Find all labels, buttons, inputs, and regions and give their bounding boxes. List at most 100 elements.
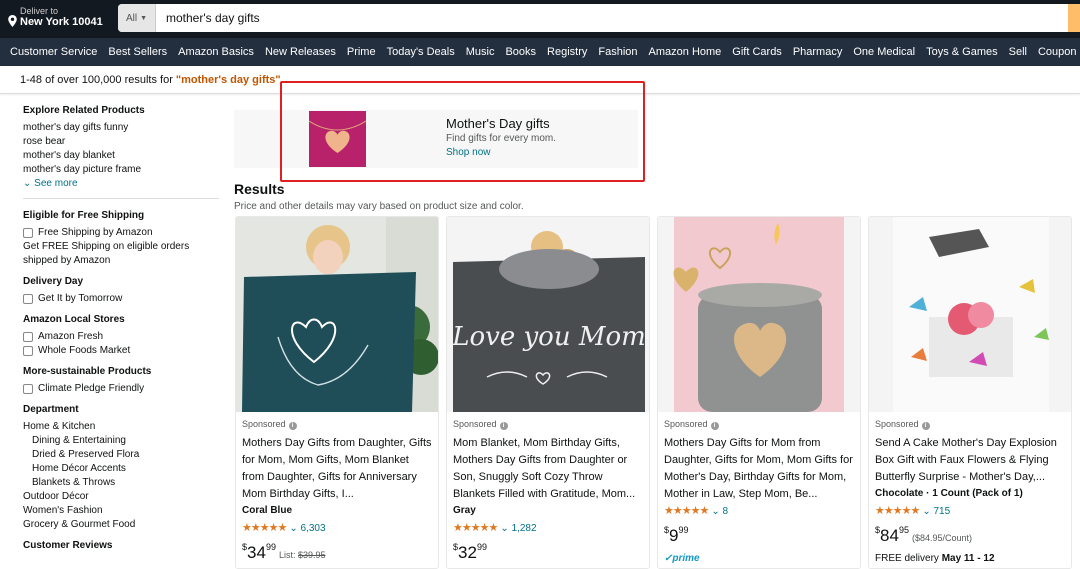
review-count[interactable]: ⌄ 715 (922, 506, 950, 517)
climate-pledge-checkbox[interactable]: Climate Pledge Friendly (23, 382, 219, 396)
nav-item[interactable]: Amazon Basics (178, 46, 254, 58)
department-link[interactable]: Outdoor Décor (23, 490, 219, 504)
department-link[interactable]: Women's Fashion (23, 504, 219, 518)
see-more-link[interactable]: ⌄ See more (23, 177, 219, 191)
nav-item[interactable]: Pharmacy (793, 46, 843, 58)
review-count-value: 1,282 (511, 523, 537, 534)
whole-foods-checkbox[interactable]: Whole Foods Market (23, 344, 219, 358)
delivery-label: FREE delivery (875, 553, 939, 564)
nav-item[interactable]: Toys & Games (926, 46, 998, 58)
related-products-heading: Explore Related Products (23, 105, 145, 116)
info-icon[interactable]: i (288, 422, 297, 430)
deliver-location: New York 10041 (20, 16, 103, 28)
product-card[interactable]: Sponsored i Mothers Day Gifts from Daught… (235, 216, 439, 569)
nav-item[interactable]: Best Sellers (108, 46, 167, 58)
sponsored-label: Sponsored i (875, 419, 930, 430)
review-count[interactable]: ⌄ 6,303 (289, 523, 325, 534)
nav-item[interactable]: Books (505, 46, 536, 58)
checkbox-icon (23, 332, 33, 342)
nav-item[interactable]: Amazon Home (649, 46, 722, 58)
related-link[interactable]: mother's day picture frame (23, 163, 219, 177)
deliver-to-location[interactable]: Deliver to New York 10041 (8, 6, 103, 28)
highlight-box (280, 81, 645, 182)
product-image[interactable] (236, 217, 438, 412)
product-image[interactable]: Love you Mom (447, 217, 649, 412)
product-price: $3299 (453, 542, 487, 563)
sustainable-heading: More-sustainable Products (23, 366, 152, 377)
sponsored-label: Sponsored i (453, 419, 508, 430)
nav-item[interactable]: Music (466, 46, 495, 58)
stars-icon: ★★★★★ (453, 522, 498, 534)
product-image[interactable] (658, 217, 860, 412)
nav-item[interactable]: Sell (1009, 46, 1027, 58)
star-rating[interactable]: ★★★★★ ⌄ 6,303 (242, 521, 326, 534)
price-fraction: 95 (898, 525, 909, 535)
product-card[interactable]: Love you Mom Sponsored i Mom Blanket, Mom… (446, 216, 650, 569)
see-more-label: See more (34, 178, 78, 189)
nav-item[interactable]: Registry (547, 46, 587, 58)
product-variant: Gray (453, 505, 476, 516)
review-count[interactable]: ⌄ 8 (711, 506, 728, 517)
department-sublink[interactable]: Dining & Entertaining (23, 434, 219, 448)
nav-item[interactable]: Fashion (598, 46, 637, 58)
main-nav: Customer Service Best Sellers Amazon Basic… (0, 38, 1080, 66)
chevron-down-icon: ⌄ (500, 523, 509, 534)
free-shipping-checkbox[interactable]: Free Shipping by Amazon (23, 226, 219, 240)
review-count[interactable]: ⌄ 1,282 (500, 523, 536, 534)
deliver-label: Deliver to (20, 6, 59, 16)
product-card[interactable]: Sponsored i Mothers Day Gifts for Mom fro… (657, 216, 861, 569)
department-sublink[interactable]: Blankets & Throws (23, 476, 219, 490)
related-link[interactable]: rose bear (23, 135, 219, 149)
search-category-dropdown[interactable]: All ▼ (118, 4, 156, 32)
filter-sidebar: Explore Related Products mother's day gi… (23, 104, 219, 556)
whole-foods-label: Whole Foods Market (38, 345, 131, 356)
product-card[interactable]: Sponsored i Send A Cake Mother's Day Expl… (868, 216, 1072, 569)
department-link[interactable]: Grocery & Gourmet Food (23, 518, 219, 532)
chevron-down-icon: ⌄ (23, 178, 32, 189)
delivery-date: May 11 - 12 (941, 553, 995, 564)
department-sublink[interactable]: Dried & Preserved Flora (23, 448, 219, 462)
star-rating[interactable]: ★★★★★ ⌄ 8 (664, 504, 728, 517)
related-link[interactable]: mother's day blanket (23, 149, 219, 163)
nav-item[interactable]: New Releases (265, 46, 336, 58)
chevron-down-icon: ⌄ (711, 506, 720, 517)
nav-item[interactable]: Customer Service (10, 46, 97, 58)
nav-item[interactable]: Prime (347, 46, 376, 58)
info-icon[interactable]: i (710, 422, 719, 430)
product-title[interactable]: Mom Blanket, Mom Birthday Gifts, Mothers… (453, 435, 643, 503)
product-title[interactable]: Mothers Day Gifts for Mom from Daughter,… (664, 435, 854, 503)
product-price: $999 (664, 525, 689, 546)
search-bar: All ▼ (118, 4, 1080, 32)
department-sublink[interactable]: Home Décor Accents (23, 462, 219, 476)
svg-text:Love you Mom: Love you Mom (451, 322, 646, 352)
product-image[interactable] (869, 217, 1071, 412)
product-title[interactable]: Mothers Day Gifts from Daughter, Gifts f… (242, 435, 432, 503)
sponsored-label: Sponsored i (664, 419, 719, 430)
nav-item[interactable]: Gift Cards (732, 46, 782, 58)
results-count: 1-48 of over 100,000 results for (20, 73, 173, 86)
nav-item[interactable]: Coupon (1038, 46, 1077, 58)
department-link[interactable]: Home & Kitchen (23, 420, 219, 434)
climate-pledge-label: Climate Pledge Friendly (38, 383, 145, 394)
star-rating[interactable]: ★★★★★ ⌄ 715 (875, 504, 950, 517)
chevron-down-icon: ⌄ (289, 523, 298, 534)
search-input[interactable] (166, 11, 1046, 25)
search-submit-button[interactable] (1068, 4, 1080, 32)
amazon-fresh-checkbox[interactable]: Amazon Fresh (23, 330, 219, 344)
product-title[interactable]: Send A Cake Mother's Day Explosion Box G… (875, 435, 1065, 486)
results-subheading: Price and other details may vary based o… (234, 201, 524, 212)
nav-item[interactable]: One Medical (853, 46, 915, 58)
product-price: $8495($84.95/Count) (875, 525, 972, 546)
sponsored-text: Sponsored (242, 419, 286, 429)
sponsored-label: Sponsored i (242, 419, 297, 430)
search-category-label: All (125, 12, 138, 24)
tomorrow-checkbox[interactable]: Get It by Tomorrow (23, 292, 219, 306)
info-icon[interactable]: i (921, 422, 930, 430)
info-icon[interactable]: i (499, 422, 508, 430)
free-shipping-label: Free Shipping by Amazon (38, 227, 153, 238)
star-rating[interactable]: ★★★★★ ⌄ 1,282 (453, 521, 537, 534)
checkbox-icon (23, 346, 33, 356)
department-heading: Department (23, 404, 79, 415)
nav-item[interactable]: Today's Deals (387, 46, 455, 58)
related-link[interactable]: mother's day gifts funny (23, 121, 219, 135)
